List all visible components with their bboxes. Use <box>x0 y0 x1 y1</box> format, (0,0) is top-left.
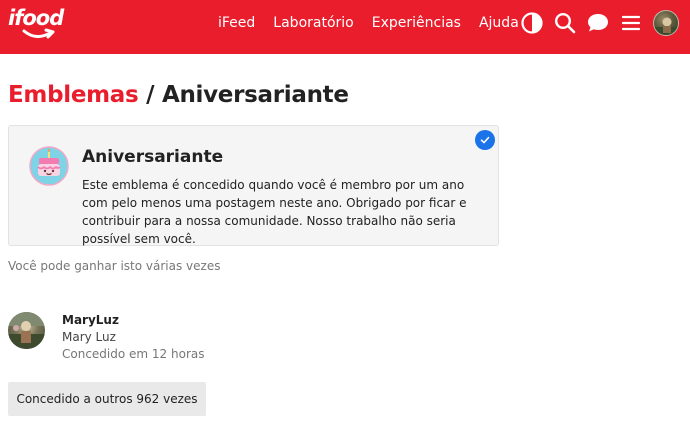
badge-card: Aniversariante Este emblema é concedido … <box>8 125 499 246</box>
granted-check-icon <box>475 130 495 150</box>
granted-user-avatar[interactable] <box>8 312 45 349</box>
multiple-grant-note: Você pode ganhar isto várias vezes <box>8 259 221 273</box>
nav-experiencias[interactable]: Experiências <box>372 15 461 31</box>
menu-icon[interactable] <box>619 11 643 35</box>
theme-toggle-icon[interactable] <box>520 11 544 35</box>
granted-username[interactable]: MaryLuz <box>62 313 119 327</box>
birthday-cake-icon <box>29 146 69 186</box>
header-icons <box>520 10 679 36</box>
nav-laboratorio[interactable]: Laboratório <box>273 15 353 31</box>
site-header: ifood iFeed Laboratório Experiências Aju… <box>0 0 690 54</box>
granted-to-others-button[interactable]: Concedido a outros 962 vezes <box>8 382 206 416</box>
breadcrumb-current: Aniversariante <box>161 82 349 108</box>
user-avatar[interactable] <box>653 10 679 36</box>
logo-smile-icon <box>22 28 55 39</box>
search-icon[interactable] <box>553 11 577 35</box>
breadcrumb-separator: / <box>146 82 155 108</box>
ifood-logo[interactable]: ifood <box>8 6 72 46</box>
nav-ajuda[interactable]: Ajuda <box>479 15 519 31</box>
logo-text: ifood <box>8 6 64 30</box>
chat-icon[interactable] <box>586 11 610 35</box>
granted-full-name: Mary Luz <box>62 330 116 344</box>
page-title: Emblemas / Aniversariante <box>8 82 349 108</box>
main-nav: iFeed Laboratório Experiências Ajuda <box>218 0 537 46</box>
nav-ifeed[interactable]: iFeed <box>218 15 255 31</box>
badge-name: Aniversariante <box>82 147 224 167</box>
breadcrumb-emblemas[interactable]: Emblemas <box>8 82 139 108</box>
granted-time: Concedido em 12 horas <box>62 347 205 361</box>
badge-description: Este emblema é concedido quando você é m… <box>82 178 467 246</box>
